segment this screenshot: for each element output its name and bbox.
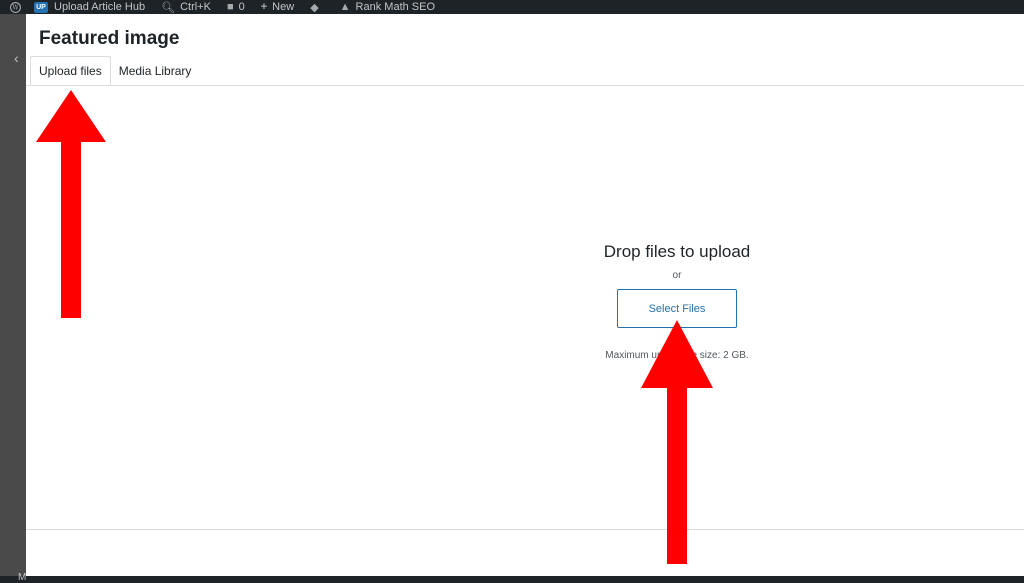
plus-icon: + [260,1,268,13]
search-shortcut-label: Ctrl+K [180,1,211,13]
max-upload-size-text: Maximum upload file size: 2 GB. [605,350,749,361]
select-files-button[interactable]: Select Files [617,289,737,328]
plugin-diamond-button[interactable]: ◆ [310,0,323,14]
tab-upload-files[interactable]: Upload files [30,56,111,86]
comments-count: 0 [238,1,245,13]
or-separator: or [672,270,682,281]
diamond-icon: ◆ [310,1,319,14]
admin-bar: W UP Upload Article Hub 🔍︎ Ctrl+K ■ 0 + … [0,0,1024,14]
rank-math-seo-link[interactable]: ▲ Rank Math SEO [340,0,435,14]
new-content-button[interactable]: + New [261,0,294,14]
site-name-label: Upload Article Hub [54,1,146,13]
drop-files-heading: Drop files to upload [603,242,751,261]
comments-link[interactable]: ■ 0 [227,0,245,14]
featured-image-modal: Featured image Upload files Media Librar… [26,14,1024,576]
site-name-link[interactable]: UP Upload Article Hub [34,0,145,14]
media-tabs: Upload files Media Library [30,56,199,86]
search-icon: 🔍︎ [161,1,176,14]
rank-math-label: Rank Math SEO [355,1,436,13]
site-badge-icon: UP [34,1,48,13]
command-palette-button[interactable]: 🔍︎ Ctrl+K [161,0,211,14]
modal-backdrop: ‹ M [0,14,26,583]
wordpress-logo-icon[interactable]: W [0,0,30,14]
modal-title: Featured image [39,28,180,49]
upload-drop-zone[interactable]: Drop files to upload or Select Files Max… [26,86,1024,530]
wordpress-icon: W [9,1,21,13]
tab-media-library[interactable]: Media Library [111,56,200,86]
svg-text:W: W [12,4,19,11]
rank-math-chart-icon: ▲ [339,1,351,13]
chevron-left-icon: ‹ [14,50,19,66]
comment-bubble-icon: ■ [226,1,234,13]
modal-footer-divider [26,529,1024,530]
new-label: New [272,1,295,13]
